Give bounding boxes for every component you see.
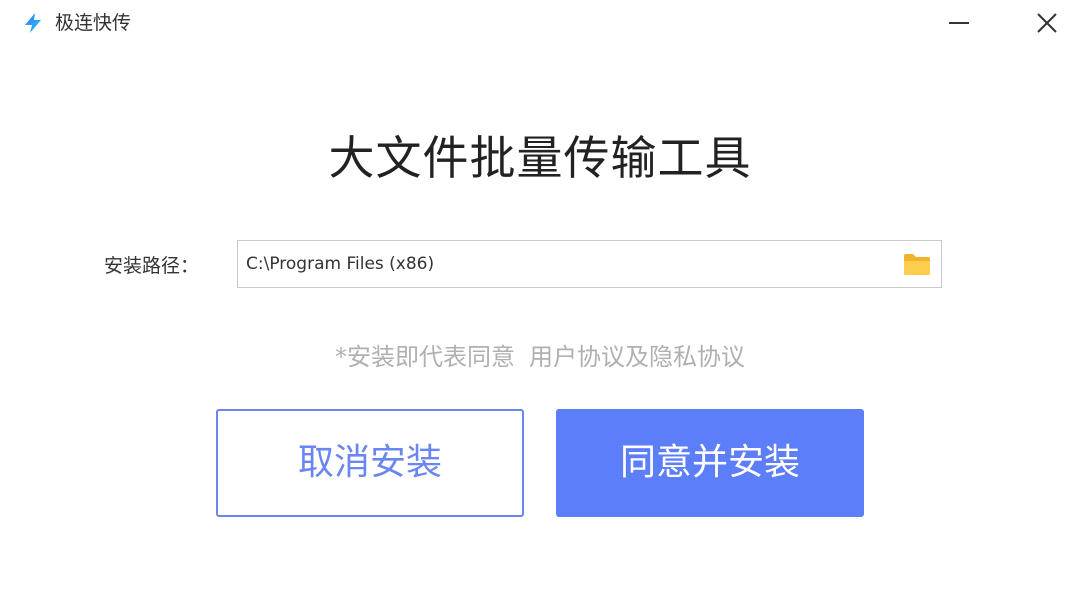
close-icon xyxy=(1031,8,1063,38)
installer-window: 极连快传 大文件批量传输工具 安装路径： C:\Program Files (x… xyxy=(0,0,1080,604)
agree-install-button[interactable]: 同意并安装 xyxy=(556,409,864,517)
install-path-input[interactable] xyxy=(246,241,886,287)
window-title: 极连快传 xyxy=(55,12,132,34)
lightning-bolt-icon xyxy=(22,12,44,34)
install-path-label: 安装路径： xyxy=(104,255,200,277)
agreement-prefix: *安装即代表同意 xyxy=(335,343,515,371)
browse-folder-button[interactable] xyxy=(903,252,931,276)
minimize-icon xyxy=(943,8,975,38)
agreement-link[interactable]: 用户协议及隐私协议 xyxy=(529,343,745,371)
title-bar: 极连快传 xyxy=(0,0,1080,46)
minimize-button[interactable] xyxy=(943,8,975,38)
page-title: 大文件批量传输工具 xyxy=(328,131,752,185)
close-button[interactable] xyxy=(1031,8,1063,38)
folder-icon xyxy=(903,254,931,280)
install-path-field xyxy=(237,240,942,288)
agreement-notice: *安装即代表同意 用户协议及隐私协议 xyxy=(0,340,1080,374)
cancel-install-button[interactable]: 取消安装 xyxy=(216,409,524,517)
